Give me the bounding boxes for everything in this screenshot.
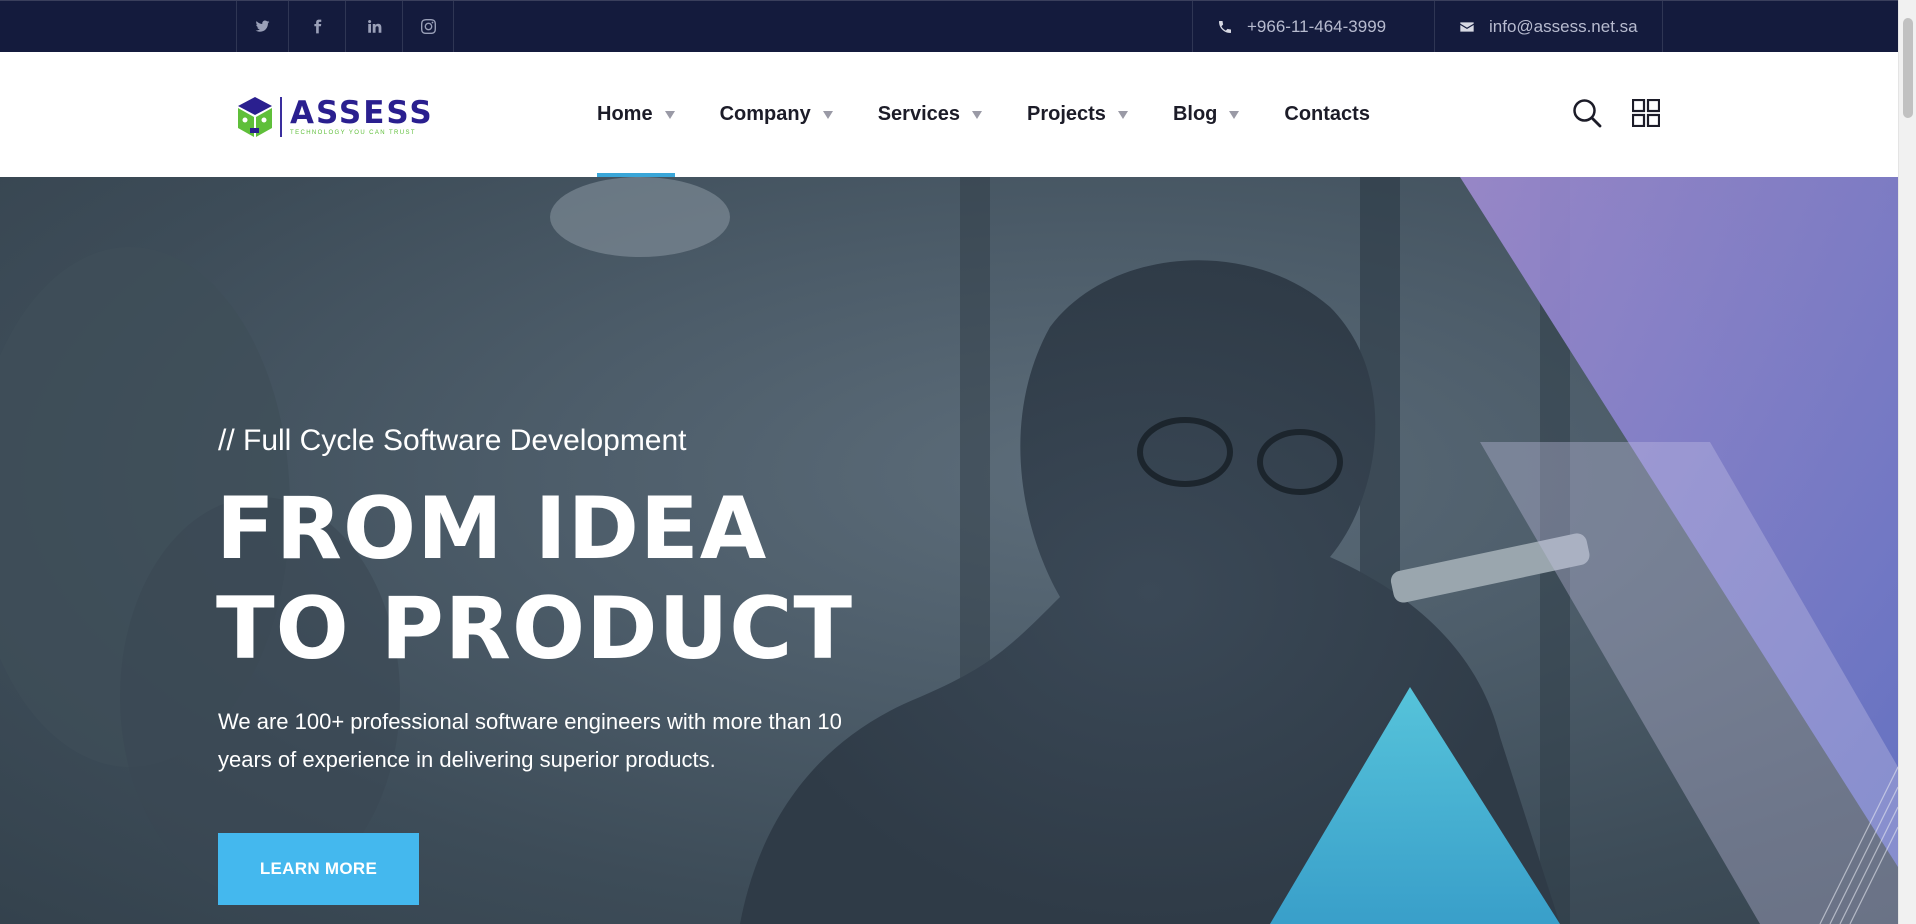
hero-description: We are 100+ professional software engine…: [218, 709, 842, 772]
caret-down-icon: [822, 110, 833, 119]
instagram-link[interactable]: [402, 1, 454, 52]
hero-subtitle: // Full Cycle Software Development: [218, 424, 687, 457]
nav-item-label: Home: [597, 103, 653, 125]
nav-item-label: Contacts: [1284, 103, 1370, 125]
nav-item-label: Services: [877, 103, 960, 125]
side-panel-button[interactable]: [1632, 99, 1660, 127]
facebook-link[interactable]: [288, 1, 345, 52]
header-actions: [1572, 98, 1660, 128]
social-links: [236, 1, 454, 52]
email-link[interactable]: info@assess.net.sa: [1434, 1, 1663, 52]
nav-item-projects[interactable]: Projects: [1027, 52, 1128, 177]
hero-title-line1: FROM IDEA: [216, 479, 768, 579]
phone-link[interactable]: +966-11-464-3999: [1192, 1, 1434, 52]
envelope-icon: [1460, 21, 1474, 32]
search-icon: [1573, 99, 1602, 128]
scrollbar-thumb[interactable]: [1903, 18, 1913, 118]
grid-menu-icon: [1632, 99, 1660, 127]
nav-item-home[interactable]: Home: [597, 52, 675, 177]
linkedin-icon: [367, 19, 381, 33]
hero-title-line2: TO PRODUCT: [216, 579, 854, 679]
logo-wordmark: ASSESS: [290, 95, 434, 131]
nav-item-services[interactable]: Services: [878, 52, 982, 177]
twitter-icon: [255, 20, 270, 32]
logo-tagline: TECHNOLOGY YOU CAN TRUST: [290, 130, 416, 136]
caret-down-icon: [1117, 110, 1128, 119]
caret-down-icon: [972, 110, 982, 119]
nav-item-contacts[interactable]: Contacts: [1284, 52, 1370, 177]
hero-title: FROM IDEA TO PRODUCT: [216, 479, 853, 679]
nav-item-label: Company: [719, 103, 811, 125]
caret-down-icon: [1229, 110, 1240, 119]
nav-item-company[interactable]: Company: [720, 52, 833, 177]
search-button[interactable]: [1572, 98, 1602, 128]
email-address: info@assess.net.sa: [1489, 16, 1638, 36]
linkedin-link[interactable]: [345, 1, 402, 52]
nav-item-blog[interactable]: Blog: [1172, 52, 1240, 177]
top-bar: +966-11-464-3999 info@assess.net.sa: [0, 0, 1898, 52]
site-logo[interactable]: ASSESS TECHNOLOGY YOU CAN TRUST: [236, 92, 440, 142]
phone-number: +966-11-464-3999: [1247, 16, 1387, 36]
hero-section: // Full Cycle Software Development FROM …: [0, 177, 1898, 924]
caret-down-icon: [664, 110, 675, 119]
phone-icon: [1219, 20, 1231, 33]
main-menu: Home Company Services Projects Blog Cont…: [597, 52, 1415, 177]
contact-info: +966-11-464-3999 info@assess.net.sa: [1192, 1, 1663, 52]
nav-item-label: Blog: [1172, 103, 1218, 125]
twitter-link[interactable]: [236, 1, 288, 52]
instagram-icon: [420, 19, 436, 34]
nav-item-label: Projects: [1027, 103, 1106, 125]
learn-more-button[interactable]: LEARN MORE: [218, 833, 419, 905]
facebook-icon: [313, 19, 321, 34]
logo-cube-icon: [236, 95, 274, 139]
page-scrollbar[interactable]: [1898, 0, 1916, 924]
